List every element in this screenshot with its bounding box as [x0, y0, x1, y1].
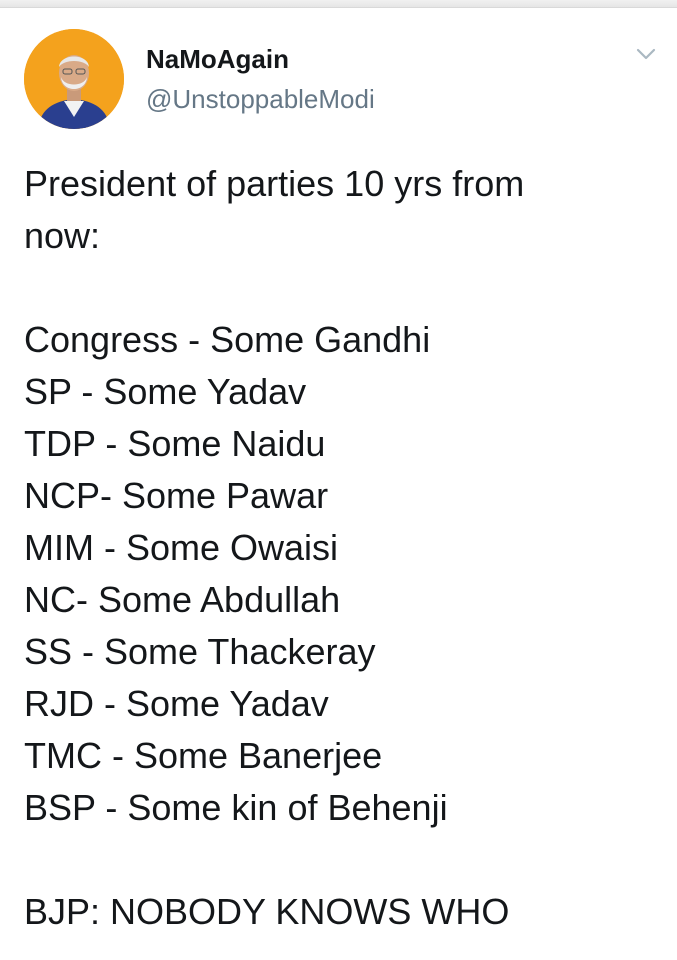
party-line: TDP - Some Naidu — [24, 423, 326, 464]
closing-line: BJP: NOBODY KNOWS WHO — [24, 891, 510, 932]
party-line: NC- Some Abdullah — [24, 579, 341, 620]
author-display-name[interactable]: NaMoAgain — [146, 44, 289, 75]
chevron-down-icon — [636, 48, 656, 60]
avatar[interactable] — [24, 29, 124, 129]
party-line: MIM - Some Owaisi — [24, 527, 339, 568]
profile-photo-icon — [24, 29, 124, 129]
author-handle[interactable]: @UnstoppableModi — [146, 84, 375, 115]
tweet-text: President of parties 10 yrs from now: Co… — [24, 158, 654, 938]
tweet-line: President of parties 10 yrs from — [24, 163, 525, 204]
party-line: SS - Some Thackeray — [24, 631, 376, 672]
party-line: RJD - Some Yadav — [24, 683, 329, 724]
party-line: BSP - Some kin of Behenji — [24, 787, 448, 828]
tweet-line: now: — [24, 215, 101, 256]
party-line: TMC - Some Banerjee — [24, 735, 383, 776]
tweet-menu-button[interactable] — [632, 42, 660, 66]
top-divider — [0, 0, 677, 8]
party-line: SP - Some Yadav — [24, 371, 307, 412]
party-line: NCP- Some Pawar — [24, 475, 329, 516]
party-line: Congress - Some Gandhi — [24, 319, 431, 360]
